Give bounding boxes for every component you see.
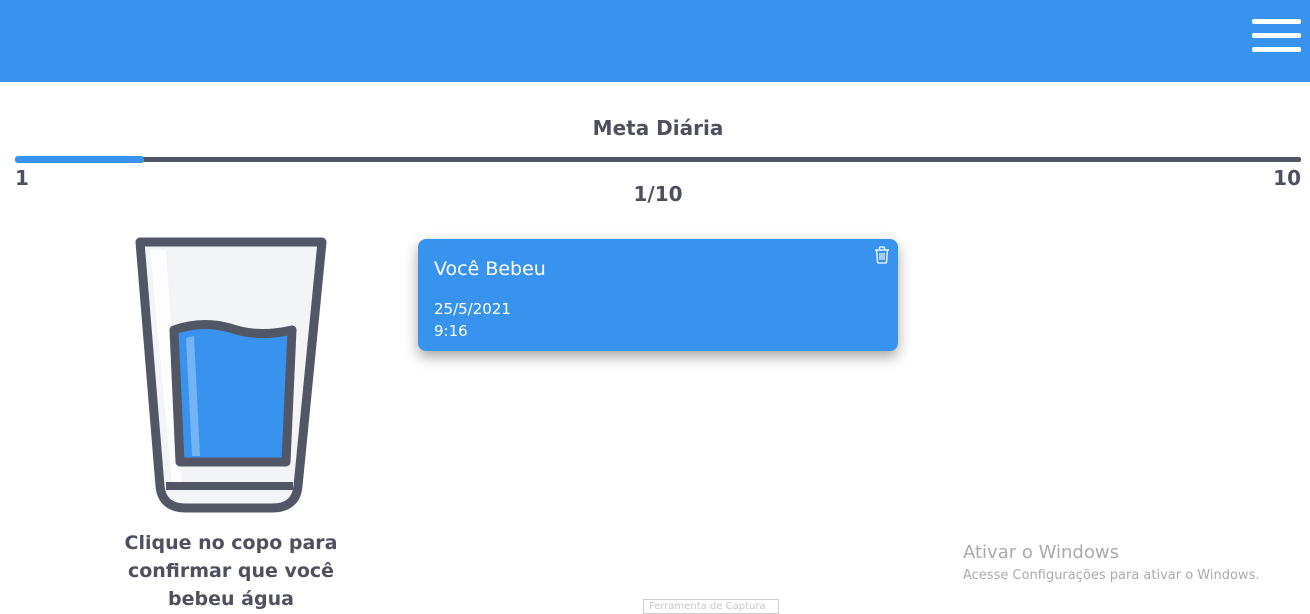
snipping-tool-tooltip: Ferramenta de Captura (643, 599, 779, 614)
drink-entry-date: 25/5/2021 (434, 300, 511, 318)
daily-goal-progress-bar (15, 156, 1301, 163)
drink-entry-title: Você Bebeu (434, 258, 546, 280)
trash-icon[interactable] (874, 246, 890, 264)
windows-activation-title: Ativar o Windows (963, 542, 1119, 563)
water-glass-icon (135, 237, 327, 513)
top-bar (0, 0, 1310, 82)
daily-goal-title: Meta Diária (592, 116, 724, 140)
progress-count-label: 1/10 (633, 182, 683, 206)
drink-entry-card: Você Bebeu 25/5/2021 9:16 (418, 239, 898, 351)
water-glass-button[interactable] (130, 236, 330, 514)
daily-goal-progress-fill (15, 156, 144, 163)
drink-entry-time: 9:16 (434, 322, 468, 340)
windows-activation-subtitle: Acesse Configurações para ativar o Windo… (963, 568, 1260, 583)
glass-caption: Clique no copo para confirmar que você b… (124, 532, 338, 610)
hamburger-menu-icon[interactable] (1252, 19, 1302, 55)
